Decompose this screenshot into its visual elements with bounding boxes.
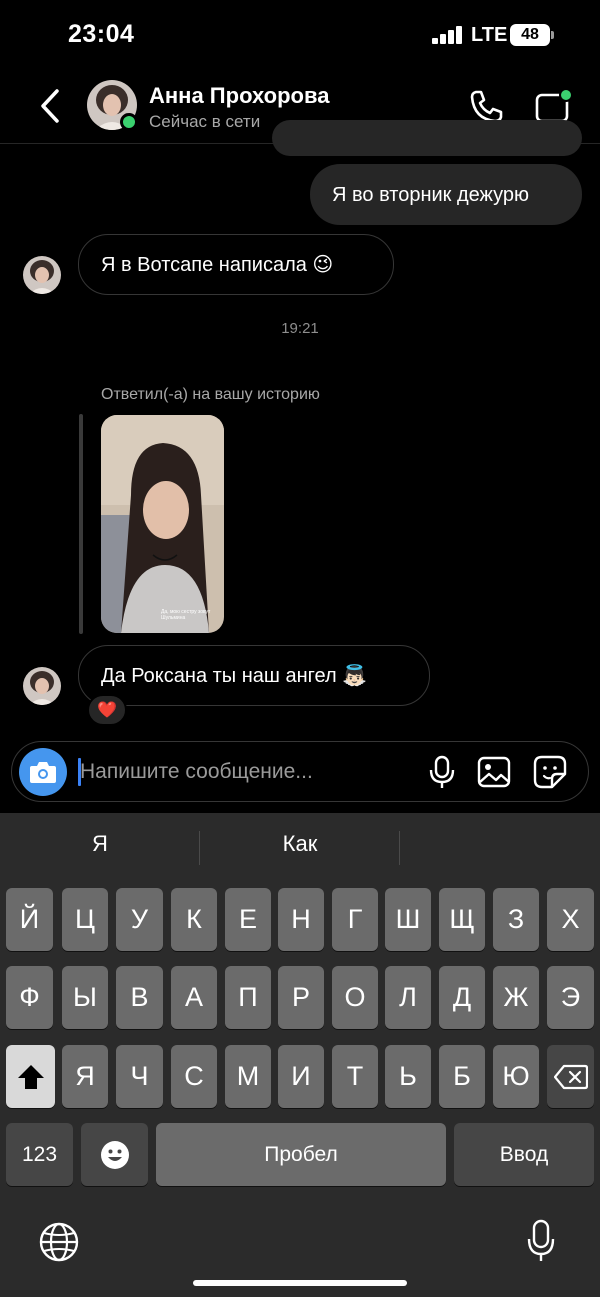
network-type: LTE bbox=[471, 24, 508, 46]
key[interactable]: В bbox=[116, 966, 163, 1029]
status-bar: 23:04 LTE 48 bbox=[0, 0, 600, 72]
key[interactable]: Ш bbox=[385, 888, 431, 951]
microphone-icon bbox=[429, 755, 455, 788]
globe-icon bbox=[39, 1222, 79, 1262]
key[interactable]: Ж bbox=[493, 966, 539, 1029]
key[interactable]: У bbox=[116, 888, 163, 951]
backspace-key[interactable] bbox=[547, 1045, 594, 1108]
key[interactable]: О bbox=[332, 966, 378, 1029]
story-reply-label: Ответил(-а) на вашу историю bbox=[101, 386, 320, 403]
key[interactable]: Д bbox=[439, 966, 485, 1029]
message-bubble-incoming[interactable]: Да Роксана ты наш ангел 👼🏻 bbox=[78, 645, 430, 706]
language-switch-button[interactable] bbox=[38, 1221, 80, 1263]
key[interactable]: Р bbox=[278, 966, 324, 1029]
contact-name[interactable]: Анна Прохорова bbox=[149, 83, 329, 109]
key[interactable]: Й bbox=[6, 888, 53, 951]
key[interactable]: П bbox=[225, 966, 271, 1029]
key[interactable]: Ь bbox=[385, 1045, 431, 1108]
suggestion-2[interactable]: Как bbox=[200, 831, 400, 857]
message-text: Да Роксана ты наш ангел 👼🏻 bbox=[101, 664, 368, 687]
message-timestamp: 19:21 bbox=[281, 320, 319, 337]
key[interactable]: М bbox=[225, 1045, 271, 1108]
key[interactable]: К bbox=[171, 888, 217, 951]
key[interactable]: Ф bbox=[6, 966, 53, 1029]
battery-icon: 48 bbox=[510, 24, 550, 46]
shift-icon bbox=[17, 1064, 44, 1089]
camera-icon bbox=[30, 762, 56, 783]
message-input[interactable] bbox=[80, 754, 410, 790]
sticker-button[interactable] bbox=[533, 755, 567, 789]
story-thumbnail[interactable]: Да, мою сестру зовут Шульмина bbox=[101, 415, 224, 633]
camera-button[interactable] bbox=[19, 748, 67, 796]
sender-avatar[interactable] bbox=[23, 667, 61, 705]
emoji-icon bbox=[100, 1140, 129, 1169]
key[interactable]: Ч bbox=[116, 1045, 163, 1108]
voice-message-button[interactable] bbox=[427, 755, 457, 789]
image-icon bbox=[477, 756, 511, 788]
online-indicator bbox=[120, 113, 138, 131]
contact-status: Сейчас в сети bbox=[149, 112, 261, 131]
key[interactable]: Э bbox=[547, 966, 594, 1029]
key[interactable]: Л bbox=[385, 966, 431, 1029]
story-caption: Да, мою сестру зовут Шульмина bbox=[161, 609, 211, 621]
key[interactable]: Е bbox=[225, 888, 271, 951]
numbers-key[interactable]: 123 bbox=[6, 1123, 73, 1186]
sender-avatar[interactable] bbox=[23, 256, 61, 294]
backspace-icon bbox=[553, 1064, 588, 1089]
chevron-left-icon bbox=[41, 89, 59, 123]
key[interactable]: З bbox=[493, 888, 539, 951]
message-text: Я в Вотсапе написала 😉 bbox=[101, 253, 334, 276]
space-key[interactable]: Пробел bbox=[156, 1123, 446, 1186]
status-time: 23:04 bbox=[68, 20, 135, 48]
heart-reaction[interactable]: ❤️ bbox=[87, 694, 127, 726]
cellular-signal-icon bbox=[432, 26, 464, 44]
emoji-key[interactable] bbox=[81, 1123, 148, 1186]
dictation-button[interactable] bbox=[526, 1219, 556, 1263]
shift-key[interactable] bbox=[6, 1045, 55, 1108]
key[interactable]: Я bbox=[62, 1045, 108, 1108]
home-indicator[interactable] bbox=[193, 1280, 407, 1286]
key[interactable]: Ю bbox=[493, 1045, 539, 1108]
key[interactable]: Г bbox=[332, 888, 378, 951]
key[interactable]: Б bbox=[439, 1045, 485, 1108]
message-composer bbox=[11, 741, 589, 802]
message-text: Я во вторник дежурю bbox=[332, 183, 530, 206]
key[interactable]: Щ bbox=[439, 888, 485, 951]
previous-message-bubble bbox=[272, 120, 582, 156]
suggestion-1[interactable]: Я bbox=[0, 831, 200, 857]
message-bubble-outgoing[interactable]: Я во вторник дежурю bbox=[310, 164, 582, 225]
key[interactable]: Ы bbox=[62, 966, 108, 1029]
key[interactable]: С bbox=[171, 1045, 217, 1108]
message-bubble-incoming[interactable]: Я в Вотсапе написала 😉 bbox=[78, 234, 394, 295]
reaction-emoji: ❤️ bbox=[97, 702, 117, 719]
return-key[interactable]: Ввод bbox=[454, 1123, 594, 1186]
key[interactable]: Т bbox=[332, 1045, 378, 1108]
key[interactable]: И bbox=[278, 1045, 324, 1108]
microphone-icon bbox=[527, 1219, 555, 1261]
battery-tip bbox=[551, 31, 554, 39]
key[interactable]: Х bbox=[547, 888, 594, 951]
back-button[interactable] bbox=[30, 86, 70, 126]
keyboard: Я Как Й Ц У К Е Н Г Ш Щ З Х Ф Ы В А П Р … bbox=[0, 813, 600, 1297]
gallery-button[interactable] bbox=[477, 755, 511, 789]
suggestion-divider bbox=[399, 831, 400, 865]
key[interactable]: Н bbox=[278, 888, 324, 951]
reply-quote-bar bbox=[79, 414, 83, 634]
key[interactable]: А bbox=[171, 966, 217, 1029]
sticker-icon bbox=[533, 755, 567, 789]
key[interactable]: Ц bbox=[62, 888, 108, 951]
